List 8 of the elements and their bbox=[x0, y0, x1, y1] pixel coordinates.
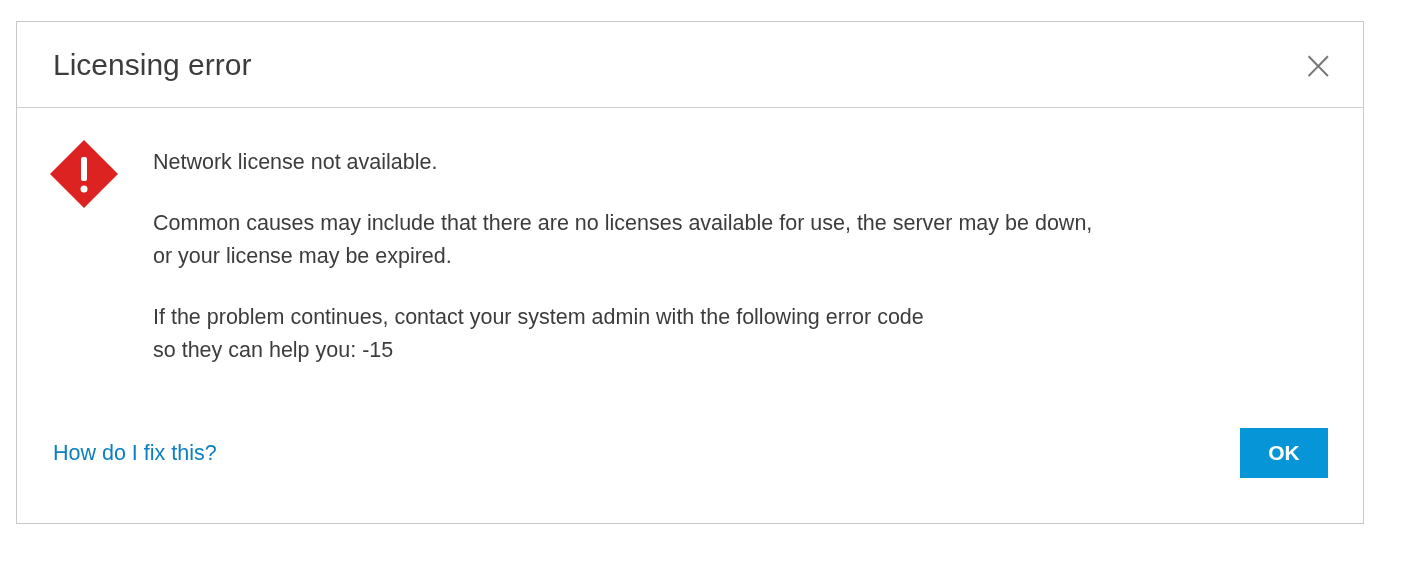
ok-button[interactable]: OK bbox=[1240, 428, 1328, 478]
message-text: If the problem continues, contact your system admin with the following error code so they can help you: -15 bbox=[153, 304, 925, 364]
help-link[interactable]: How do I fix this? bbox=[53, 440, 217, 466]
dialog-title: Licensing error bbox=[53, 47, 252, 82]
error-icon bbox=[50, 140, 118, 208]
message-text: Common causes may include that there are no licenses available for use, the server may be down, or your license may be expired. bbox=[153, 210, 1093, 270]
close-button[interactable]: × bbox=[1301, 44, 1335, 85]
message-text: Network license not available. bbox=[153, 149, 439, 176]
